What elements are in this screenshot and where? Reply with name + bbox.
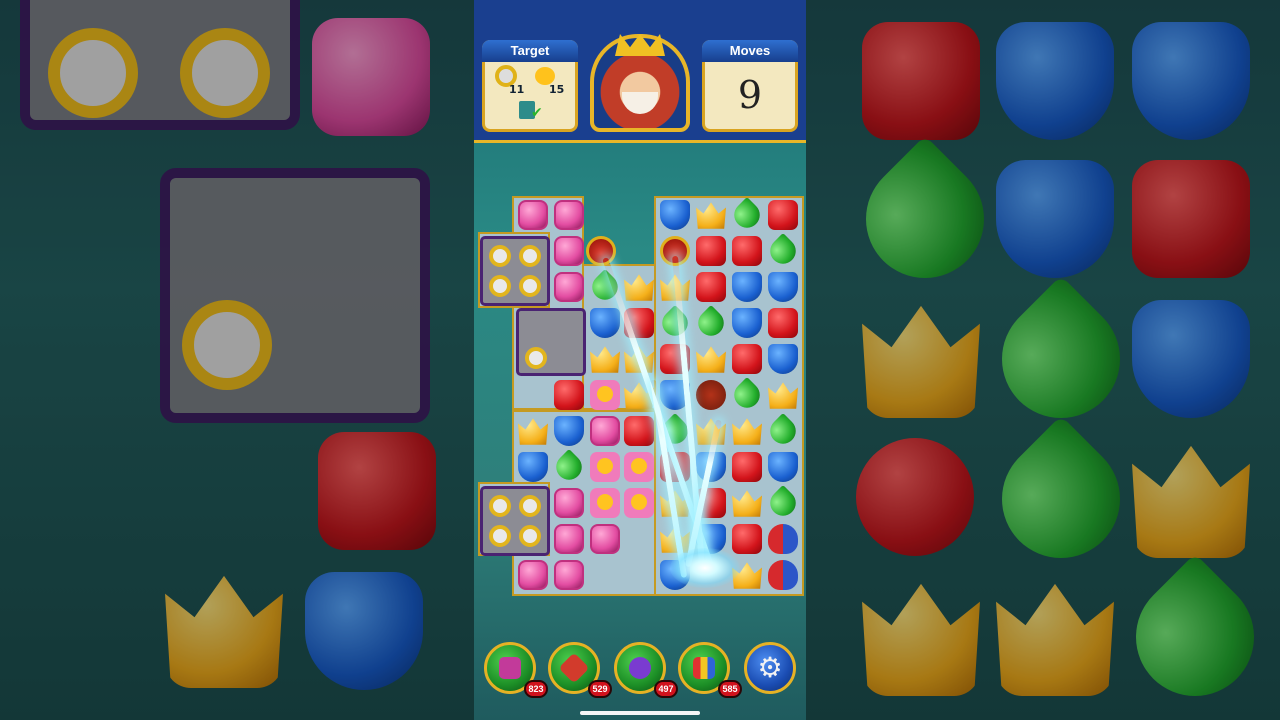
check-icon: ✔ bbox=[531, 105, 543, 121]
tile-red[interactable] bbox=[732, 524, 762, 554]
tile-rocket[interactable] bbox=[768, 524, 798, 554]
tile-red[interactable] bbox=[554, 380, 584, 410]
tile-potion[interactable] bbox=[586, 236, 616, 266]
cannon-icon bbox=[629, 657, 651, 679]
tile-duck[interactable] bbox=[590, 452, 620, 482]
tile-pink[interactable] bbox=[518, 200, 548, 230]
tile-red[interactable] bbox=[732, 236, 762, 266]
tile-blue[interactable] bbox=[554, 416, 584, 446]
tile-pink[interactable] bbox=[590, 416, 620, 446]
tile-red[interactable] bbox=[732, 344, 762, 374]
ring-crate bbox=[480, 486, 550, 556]
tile-tnt[interactable] bbox=[696, 380, 726, 410]
tile-duck[interactable] bbox=[624, 452, 654, 482]
hammer-icon bbox=[499, 657, 521, 679]
booster-bar: 823 529 497 585 ⚙ bbox=[474, 632, 806, 720]
tile-duck[interactable] bbox=[590, 380, 620, 410]
ring-target-count: 11 bbox=[509, 83, 525, 96]
tile-blue[interactable] bbox=[660, 200, 690, 230]
moves-counter: 9 bbox=[737, 73, 763, 117]
left-background bbox=[0, 0, 474, 720]
tile-red[interactable] bbox=[624, 416, 654, 446]
tile-blue[interactable] bbox=[732, 272, 762, 302]
arrow-count-badge: 529 bbox=[588, 680, 612, 698]
settings-button[interactable]: ⚙ bbox=[744, 642, 796, 694]
tile-duck[interactable] bbox=[624, 488, 654, 518]
tile-blue[interactable] bbox=[518, 452, 548, 482]
gear-icon: ⚙ bbox=[757, 651, 783, 684]
tile-blue[interactable] bbox=[590, 308, 620, 338]
tile-red[interactable] bbox=[768, 308, 798, 338]
ring-crate bbox=[516, 308, 586, 376]
cannon-count-badge: 497 bbox=[654, 680, 678, 698]
tile-red[interactable] bbox=[768, 200, 798, 230]
tile-blue[interactable] bbox=[768, 344, 798, 374]
tile-pink[interactable] bbox=[518, 560, 548, 590]
moves-title: Moves bbox=[702, 40, 798, 62]
arrow-icon bbox=[558, 652, 590, 684]
right-background bbox=[806, 0, 1280, 720]
tile-blue[interactable] bbox=[768, 272, 798, 302]
jester-hat-icon bbox=[693, 657, 715, 679]
tile-pink[interactable] bbox=[590, 524, 620, 554]
tile-pink[interactable] bbox=[554, 272, 584, 302]
tile-pink[interactable] bbox=[554, 524, 584, 554]
tile-red[interactable] bbox=[696, 272, 726, 302]
tile-pink[interactable] bbox=[554, 488, 584, 518]
home-indicator[interactable] bbox=[580, 711, 700, 715]
tile-rocket[interactable] bbox=[768, 560, 798, 590]
game-screen: Target 11 15 ✔ Moves 9 823 529 497 585 ⚙ bbox=[474, 0, 806, 720]
moves-panel: Moves 9 bbox=[702, 40, 798, 132]
tile-pink[interactable] bbox=[554, 200, 584, 230]
disco-ball-glow bbox=[670, 548, 740, 588]
tile-pink[interactable] bbox=[554, 236, 584, 266]
hammer-count-badge: 823 bbox=[524, 680, 548, 698]
target-panel: Target 11 15 ✔ bbox=[482, 40, 578, 132]
duck-target-count: 15 bbox=[549, 83, 565, 96]
target-title: Target bbox=[482, 40, 578, 62]
jester-count-badge: 585 bbox=[718, 680, 742, 698]
tile-blue[interactable] bbox=[768, 452, 798, 482]
top-hud: Target 11 15 ✔ Moves 9 bbox=[474, 0, 806, 143]
ring-crate bbox=[480, 236, 550, 306]
tile-duck[interactable] bbox=[590, 488, 620, 518]
tile-red[interactable] bbox=[696, 236, 726, 266]
tile-pink[interactable] bbox=[554, 560, 584, 590]
tile-red[interactable] bbox=[732, 452, 762, 482]
tile-blue[interactable] bbox=[732, 308, 762, 338]
